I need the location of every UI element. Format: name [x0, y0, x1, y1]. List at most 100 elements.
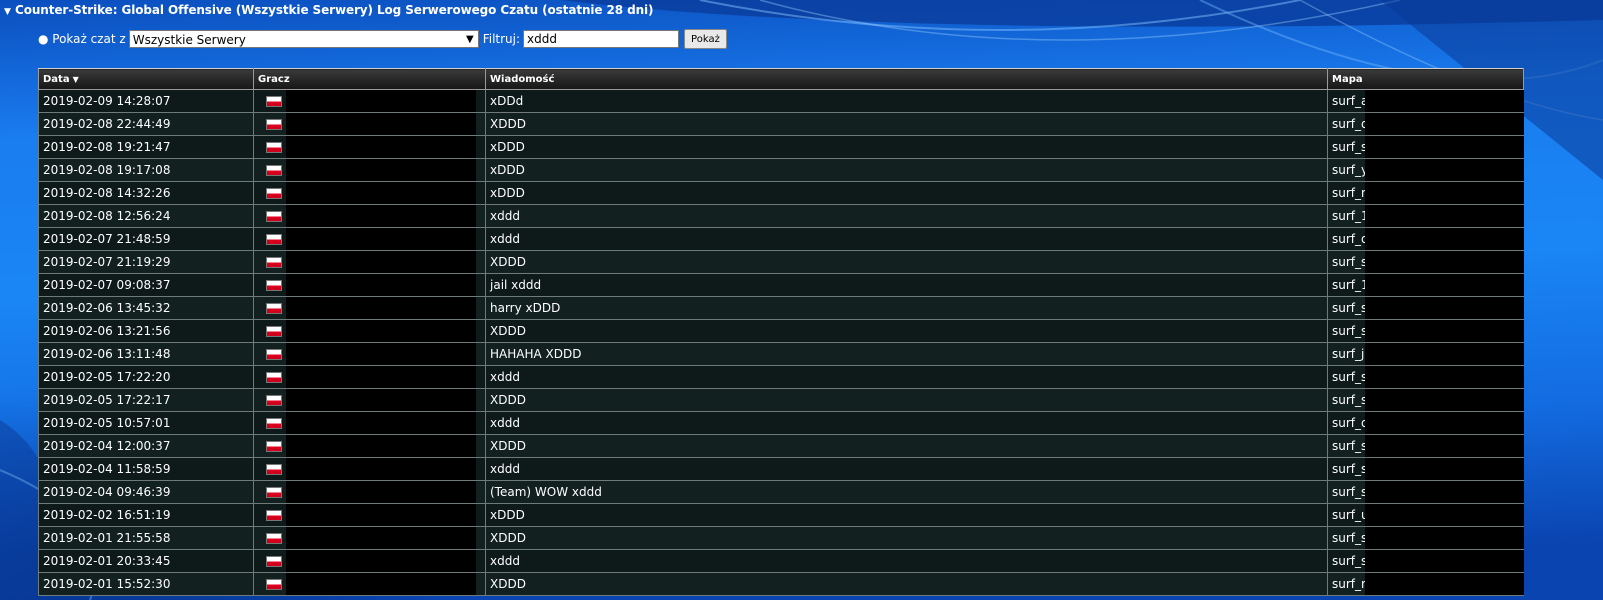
collapse-arrow-icon[interactable]: ▼: [4, 7, 15, 17]
player-cell: [253, 273, 486, 297]
filter-input[interactable]: [523, 30, 680, 48]
table-row: 2019-02-08 12:56:24 xddd surf_10: [38, 204, 1524, 228]
map-cell: surf_sk: [1327, 296, 1524, 320]
message-cell: xDDD: [485, 135, 1328, 159]
player-cell: [253, 319, 486, 343]
message-cell: XDDD: [485, 112, 1328, 136]
map-cell: surf_m: [1327, 181, 1524, 205]
redacted-player-name: [286, 182, 476, 204]
poland-flag-icon: [266, 579, 282, 590]
message-cell: xddd: [485, 204, 1328, 228]
column-header-date-label: Data: [43, 73, 70, 85]
date-cell: 2019-02-06 13:11:48: [38, 342, 254, 366]
redacted-player-name: [286, 573, 476, 595]
player-cell: [253, 365, 486, 389]
poland-flag-icon: [266, 119, 282, 130]
poland-flag-icon: [266, 280, 282, 291]
message-cell: xddd: [485, 227, 1328, 251]
player-cell: [253, 204, 486, 228]
player-cell: [253, 526, 486, 550]
poland-flag-icon: [266, 556, 282, 567]
map-cell: surf_ai: [1327, 89, 1524, 113]
table-row: 2019-02-08 14:32:26 xDDD surf_m: [38, 181, 1524, 205]
table-row: 2019-02-06 13:45:32 harry xDDD surf_sk: [38, 296, 1524, 320]
column-header-date[interactable]: Data ▼: [38, 68, 254, 90]
map-cell: surf_sk: [1327, 480, 1524, 504]
redacted-player-name: [286, 435, 476, 457]
show-button[interactable]: Pokaż: [684, 29, 727, 49]
redacted-player-name: [286, 159, 476, 181]
map-cell: surf_du: [1327, 411, 1524, 435]
redacted-player-name: [286, 297, 476, 319]
column-header-player[interactable]: Gracz: [253, 68, 486, 90]
table-row: 2019-02-06 13:11:48 HAHAHA XDDD surf_ja: [38, 342, 1524, 366]
map-cell: surf_sk: [1327, 135, 1524, 159]
message-cell: xddd: [485, 411, 1328, 435]
redacted-player-name: [286, 274, 476, 296]
redacted-map-area: [1365, 503, 1524, 526]
table-row: 2019-02-07 21:19:29 XDDD surf_sk: [38, 250, 1524, 274]
date-cell: 2019-02-08 22:44:49: [38, 112, 254, 136]
player-cell: [253, 250, 486, 274]
redacted-map-area: [1365, 250, 1524, 273]
player-cell: [253, 549, 486, 573]
redacted-map-area: [1365, 480, 1524, 503]
table-row: 2019-02-04 11:58:59 xddd surf_sk: [38, 457, 1524, 481]
map-cell: surf_du: [1327, 227, 1524, 251]
poland-flag-icon: [266, 326, 282, 337]
map-cell: surf_sk: [1327, 365, 1524, 389]
map-cell: surf_ja: [1327, 342, 1524, 366]
table-row: 2019-02-01 15:52:30 XDDD surf_m: [38, 572, 1524, 596]
redacted-player-name: [286, 504, 476, 526]
poland-flag-icon: [266, 533, 282, 544]
filter-label: Filtruj:: [482, 32, 521, 46]
page-title-text: Counter-Strike: Global Offensive (Wszyst…: [15, 3, 654, 17]
redacted-map-area: [1365, 181, 1524, 204]
redacted-map-area: [1365, 319, 1524, 342]
column-header-message[interactable]: Wiadomość: [485, 68, 1328, 90]
table-row: 2019-02-08 22:44:49 XDDD surf_du: [38, 112, 1524, 136]
table-row: 2019-02-05 10:57:01 xddd surf_du: [38, 411, 1524, 435]
poland-flag-icon: [266, 372, 282, 383]
table-row: 2019-02-09 14:28:07 xDDd surf_ai: [38, 89, 1524, 113]
date-cell: 2019-02-08 19:17:08: [38, 158, 254, 182]
message-cell: XDDD: [485, 526, 1328, 550]
date-cell: 2019-02-06 13:45:32: [38, 296, 254, 320]
date-cell: 2019-02-04 11:58:59: [38, 457, 254, 481]
server-select[interactable]: Wszystkie Serwery ▼: [128, 30, 479, 49]
table-row: 2019-02-01 20:33:45 xddd surf_sk: [38, 549, 1524, 573]
redacted-player-name: [286, 366, 476, 388]
table-row: 2019-02-02 16:51:19 xDDD surf_ut: [38, 503, 1524, 527]
message-cell: xDDD: [485, 503, 1328, 527]
player-cell: [253, 457, 486, 481]
redacted-player-name: [286, 343, 476, 365]
poland-flag-icon: [266, 303, 282, 314]
table-row: 2019-02-04 12:00:37 XDDD surf_sk: [38, 434, 1524, 458]
message-cell: XDDD: [485, 319, 1328, 343]
map-cell: surf_10: [1327, 204, 1524, 228]
server-select-value: Wszystkie Serwery: [132, 33, 246, 47]
poland-flag-icon: [266, 211, 282, 222]
column-header-map[interactable]: Mapa: [1327, 68, 1524, 90]
page-title[interactable]: ▼ Counter-Strike: Global Offensive (Wszys…: [4, 3, 654, 17]
message-cell: HAHAHA XDDD: [485, 342, 1328, 366]
map-cell: surf_ut: [1327, 503, 1524, 527]
player-cell: [253, 572, 486, 596]
redacted-player-name: [286, 320, 476, 342]
map-cell: surf_sk: [1327, 526, 1524, 550]
dropdown-arrow-icon[interactable]: ▼: [466, 31, 474, 49]
message-cell: XDDD: [485, 388, 1328, 412]
poland-flag-icon: [266, 464, 282, 475]
column-header-message-label: Wiadomość: [490, 73, 555, 85]
message-cell: xddd: [485, 549, 1328, 573]
poland-flag-icon: [266, 395, 282, 406]
message-cell: (Team) WOW xddd: [485, 480, 1328, 504]
redacted-map-area: [1365, 296, 1524, 319]
date-cell: 2019-02-04 12:00:37: [38, 434, 254, 458]
map-cell: surf_sk: [1327, 250, 1524, 274]
map-cell: surf_sk: [1327, 434, 1524, 458]
date-cell: 2019-02-01 15:52:30: [38, 572, 254, 596]
player-cell: [253, 503, 486, 527]
redacted-map-area: [1365, 572, 1524, 595]
map-cell: surf_sk: [1327, 457, 1524, 481]
